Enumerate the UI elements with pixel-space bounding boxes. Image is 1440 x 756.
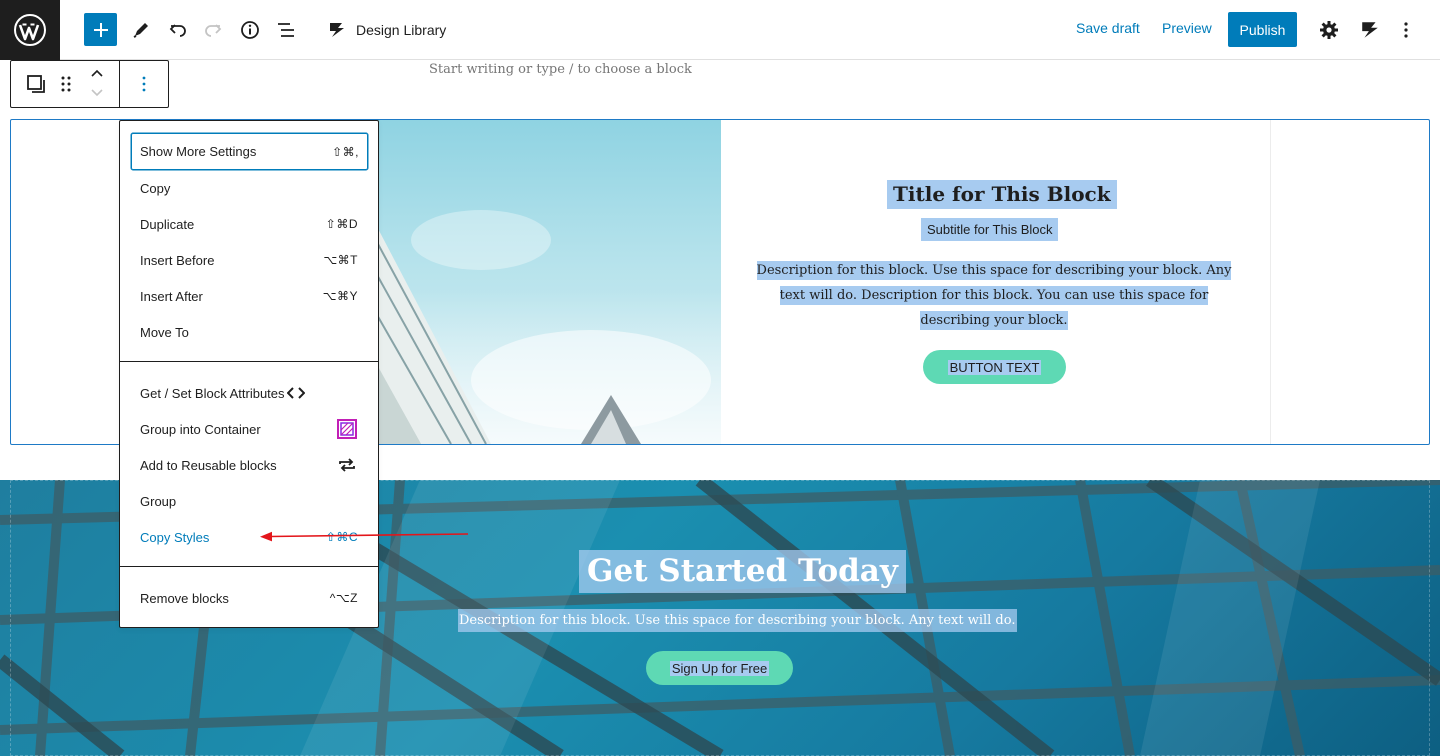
move-down-button[interactable] bbox=[81, 83, 113, 103]
menu-item-label: Get / Set Block Attributes bbox=[140, 385, 285, 401]
menu-item-label: Remove blocks bbox=[140, 590, 229, 606]
menu-item-show-more-settings[interactable]: Show More Settings ⇧⌘, bbox=[131, 133, 368, 170]
menu-item-group-into-container[interactable]: Group into Container bbox=[120, 411, 378, 447]
redo-icon bbox=[205, 24, 222, 37]
block-button-label: BUTTON TEXT bbox=[947, 359, 1042, 375]
wordpress-icon bbox=[14, 14, 46, 46]
block-description[interactable]: Description for this block. Use this spa… bbox=[751, 258, 1237, 333]
block-toolbar bbox=[10, 60, 169, 108]
gear-icon bbox=[1320, 21, 1338, 39]
menu-item-insert-before[interactable]: Insert Before ⌥⌘T bbox=[120, 242, 378, 278]
plus-icon bbox=[93, 22, 108, 37]
settings-button[interactable] bbox=[1313, 14, 1345, 46]
menu-item-label: Group bbox=[140, 493, 177, 509]
menu-item-shortcut: ⌥⌘T bbox=[323, 253, 358, 267]
undo-button[interactable] bbox=[162, 14, 194, 46]
design-library-button[interactable]: Design Library bbox=[328, 14, 446, 46]
reusable-icon bbox=[336, 454, 358, 476]
menu-item-shortcut: ⌥⌘Y bbox=[322, 289, 358, 303]
publish-button[interactable]: Publish bbox=[1228, 12, 1297, 47]
menu-item-label: Group into Container bbox=[140, 421, 261, 437]
container-icon bbox=[336, 418, 358, 440]
block-button[interactable]: BUTTON TEXT bbox=[923, 350, 1066, 384]
menu-item-add-to-reusable[interactable]: Add to Reusable blocks bbox=[120, 447, 378, 483]
menu-separator bbox=[120, 361, 378, 362]
wordpress-logo-button[interactable] bbox=[0, 0, 60, 60]
menu-item-label: Insert Before bbox=[140, 252, 215, 268]
sign-up-button-label: Sign Up for Free bbox=[669, 660, 770, 676]
toolbar-divider bbox=[119, 61, 120, 107]
menu-item-insert-after[interactable]: Insert After ⌥⌘Y bbox=[120, 278, 378, 314]
sign-up-button[interactable]: Sign Up for Free bbox=[646, 651, 793, 685]
menu-item-label: Duplicate bbox=[140, 216, 195, 232]
hero-description[interactable]: Description for this block. Use this spa… bbox=[458, 609, 1017, 632]
drag-handle[interactable] bbox=[50, 68, 82, 100]
menu-item-shortcut: ^⌥Z bbox=[329, 591, 358, 605]
annotation-arrow-icon bbox=[260, 531, 469, 542]
pencil-icon bbox=[133, 23, 148, 38]
block-subtitle[interactable]: Subtitle for This Block bbox=[921, 218, 1059, 241]
preview-button[interactable]: Preview bbox=[1162, 20, 1212, 36]
block-title[interactable]: Title for This Block bbox=[887, 180, 1117, 209]
hero-title[interactable]: Get Started Today bbox=[579, 550, 906, 593]
menu-item-shortcut: ⇧⌘, bbox=[332, 144, 359, 159]
menu-item-label: Show More Settings bbox=[140, 144, 257, 159]
menu-item-label: Move To bbox=[140, 324, 189, 340]
undo-icon bbox=[169, 24, 186, 37]
menu-item-shortcut: ⇧⌘D bbox=[325, 217, 358, 231]
redo-button[interactable] bbox=[197, 14, 229, 46]
menu-item-copy[interactable]: Copy bbox=[120, 170, 378, 206]
column-divider bbox=[1270, 120, 1271, 444]
menu-item-get-set-attributes[interactable]: Get / Set Block Attributes bbox=[120, 375, 378, 411]
menu-item-label: Copy bbox=[140, 180, 171, 196]
menu-item-move-to[interactable]: Move To bbox=[120, 314, 378, 350]
chevron-up-icon bbox=[91, 69, 103, 77]
details-button[interactable] bbox=[234, 14, 266, 46]
empty-block-placeholder[interactable]: Start writing or type / to choose a bloc… bbox=[429, 62, 692, 77]
vertical-ellipsis-icon bbox=[142, 76, 146, 92]
add-block-button[interactable] bbox=[84, 13, 117, 46]
tools-button[interactable] bbox=[125, 14, 157, 46]
save-draft-button[interactable]: Save draft bbox=[1076, 20, 1140, 36]
info-icon bbox=[241, 21, 259, 39]
list-view-icon bbox=[278, 23, 294, 37]
menu-item-remove-blocks[interactable]: Remove blocks ^⌥Z bbox=[120, 580, 378, 616]
chevron-down-icon bbox=[91, 89, 103, 97]
editor-header: Design Library Save draft Preview Publis… bbox=[0, 0, 1440, 60]
block-type-icon bbox=[27, 75, 45, 93]
menu-separator bbox=[120, 566, 378, 567]
design-library-label: Design Library bbox=[356, 22, 447, 38]
menu-item-label: Add to Reusable blocks bbox=[140, 457, 277, 473]
block-type-button[interactable] bbox=[20, 68, 52, 100]
block-options-button[interactable] bbox=[128, 68, 160, 100]
menu-item-duplicate[interactable]: Duplicate ⇧⌘D bbox=[120, 206, 378, 242]
vertical-ellipsis-icon bbox=[1404, 22, 1408, 38]
menu-item-label: Insert After bbox=[140, 288, 203, 304]
stackable-logo-icon bbox=[1362, 22, 1378, 38]
code-icon bbox=[285, 382, 307, 404]
move-up-button[interactable] bbox=[81, 63, 113, 83]
stackable-logo-icon bbox=[330, 23, 344, 37]
block-options-menu: Show More Settings ⇧⌘, Copy Duplicate ⇧⌘… bbox=[119, 120, 379, 628]
block-description-text: Description for this block. Use this spa… bbox=[756, 261, 1232, 330]
stackable-settings-button[interactable] bbox=[1354, 14, 1386, 46]
menu-item-group[interactable]: Group bbox=[120, 483, 378, 519]
drag-handle-icon bbox=[61, 76, 71, 92]
more-options-button[interactable] bbox=[1390, 14, 1422, 46]
list-view-button[interactable] bbox=[270, 14, 302, 46]
